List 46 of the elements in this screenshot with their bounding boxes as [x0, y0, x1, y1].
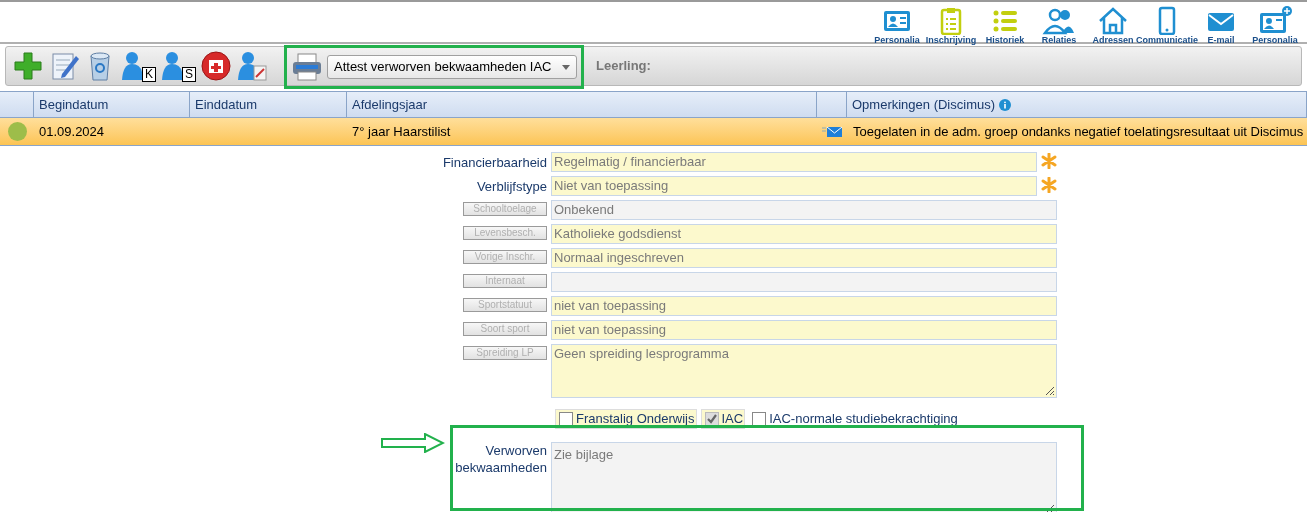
- nav-link[interactable]: Relaties: [1041, 35, 1077, 45]
- nav-link[interactable]: Adressen: [1092, 35, 1134, 45]
- checkbox[interactable]: [559, 412, 573, 426]
- column-header[interactable]: Opmerkingen (Discimus): [852, 94, 996, 115]
- report-dropdown[interactable]: Attest verworven bekwaamheden IAC: [327, 55, 577, 79]
- person-icon[interactable]: [160, 50, 182, 82]
- table-cell: 01.09.2024: [39, 123, 105, 139]
- id-card-icon[interactable]: [1258, 5, 1292, 35]
- input-field[interactable]: Katholieke godsdienst: [551, 224, 1057, 244]
- checkbox-label: IAC-normale studiebekrachtiging: [769, 410, 958, 429]
- column-header[interactable]: Begindatum: [39, 94, 109, 115]
- column-header[interactable]: Afdelingsjaar: [352, 94, 428, 115]
- nav-link[interactable]: Personalia: [874, 35, 920, 45]
- letter-badge: S: [182, 67, 196, 82]
- field-label: Verworven bekwaamheden: [454, 442, 547, 476]
- column-header[interactable]: Einddatum: [195, 94, 258, 115]
- caret-icon: [562, 64, 570, 70]
- input-field[interactable]: Regelmatig / financierbaar: [551, 152, 1037, 172]
- checkbox[interactable]: [752, 412, 767, 426]
- person-edit-icon[interactable]: [236, 50, 268, 82]
- table-cell-text: Toegelaten in de adm. groep ondanks negatief toelatingsresultaat uit Discimus: [852, 122, 1305, 141]
- input-field[interactable]: Normaal ingeschreven: [551, 248, 1057, 268]
- nav-link[interactable]: Communicatie: [1136, 35, 1198, 45]
- field-label: Verblijfstype: [476, 178, 547, 196]
- text-area[interactable]: Geen spreiding lesprogramma: [551, 344, 1057, 398]
- checkbox-label: Franstalig Onderwijs: [576, 410, 695, 429]
- nav-link[interactable]: E-mail: [1207, 35, 1235, 45]
- info-icon: [999, 98, 1012, 111]
- field-label: Financierbaarheid: [442, 154, 547, 172]
- table-cell: 7° jaar Haarstilist: [352, 123, 451, 139]
- resize-grip-icon: [1043, 384, 1055, 396]
- nav-link[interactable]: Personalia: [1252, 35, 1298, 45]
- nav-link[interactable]: Inschrijving: [925, 35, 977, 45]
- checkbox-label: IAC: [721, 410, 744, 429]
- printer-icon[interactable]: [291, 52, 323, 82]
- letter-badge: K: [142, 67, 156, 82]
- input-field[interactable]: niet van toepassing: [551, 296, 1057, 316]
- table-row[interactable]: 01.09.2024 7° jaar Haarstilist Toegelaten in de adm. groep ondanks negatief toelatingsresultaat uit Discimus: [0, 118, 1307, 146]
- arrow-annotation: [381, 433, 445, 453]
- input-field[interactable]: niet van toepassing: [551, 320, 1057, 340]
- person-icon[interactable]: [120, 50, 142, 82]
- input-field[interactable]: Niet van toepassing: [551, 176, 1037, 196]
- plus-icon[interactable]: [12, 50, 44, 82]
- student-label: Leerling:: [596, 57, 651, 76]
- nav-link[interactable]: Historiek: [985, 35, 1025, 45]
- hospital-icon[interactable]: [200, 50, 232, 82]
